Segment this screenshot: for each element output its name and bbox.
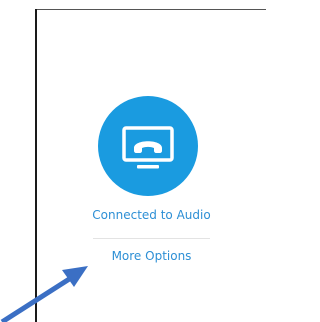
annotation-arrow-icon <box>0 266 88 322</box>
audio-status-panel: Connected to Audio More Options <box>0 0 266 322</box>
